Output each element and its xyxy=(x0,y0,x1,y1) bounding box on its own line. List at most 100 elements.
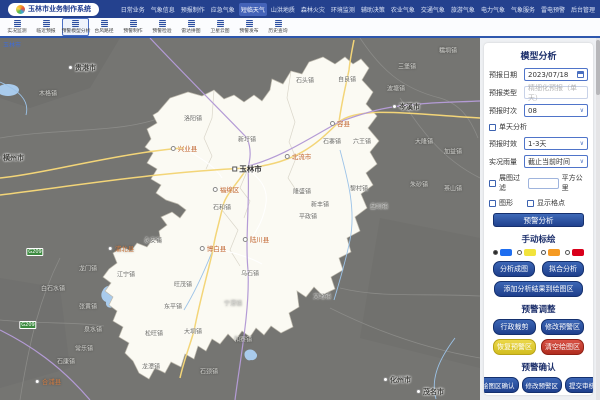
menu-item-预报制作[interactable]: 预报制作 xyxy=(179,3,207,16)
tab-预警模型分析[interactable]: 预警模型分析 xyxy=(62,18,89,36)
map-area[interactable]: 贵港市横州市岑溪市化州市茂名市玉林市兴业县容县北流市福绵区陆川县博白县浦北县合浦… xyxy=(0,38,480,400)
tab-label: 预警发布 xyxy=(240,29,259,34)
menu-item-交通气象[interactable]: 交通气象 xyxy=(419,3,447,16)
color-radio[interactable] xyxy=(517,250,522,255)
menu-item-电力气象[interactable]: 电力气象 xyxy=(479,3,507,16)
tab-实况监测[interactable]: 实况监测 xyxy=(4,18,31,36)
chevron-down-icon: ∨ xyxy=(580,108,584,114)
menu-item-气象信息[interactable]: 气象信息 xyxy=(149,3,177,16)
rain-label: 实况雨量 xyxy=(489,157,524,167)
warning-confirm-title: 预警确认 xyxy=(489,361,588,373)
menu-item-山洪地质[interactable]: 山洪地质 xyxy=(269,3,297,16)
color-radio-group xyxy=(489,249,588,256)
button-提交审核[interactable]: 提交审核 xyxy=(565,377,593,393)
menu-item-森林火灾[interactable]: 森林火灾 xyxy=(299,3,327,16)
rain-time-value: 截止当前时间 xyxy=(528,157,570,167)
area-unit-label: 平方公里 xyxy=(562,173,588,193)
tab-label: 台风路径 xyxy=(95,29,114,34)
forecast-type-value: 精细化预报（单天） xyxy=(528,83,584,103)
rain-time-select[interactable]: 截止当前时间 ∨ xyxy=(524,155,588,168)
document-icon xyxy=(14,20,21,27)
show-grid-checkbox[interactable] xyxy=(527,200,534,207)
color-radio[interactable] xyxy=(565,250,570,255)
button-行政裁剪[interactable]: 行政裁剪 xyxy=(493,319,536,335)
color-option[interactable] xyxy=(517,249,536,256)
single-day-checkbox[interactable] xyxy=(489,124,496,131)
button-绘图区确认[interactable]: 绘图区确认 xyxy=(484,377,519,393)
tab-label: 实况监测 xyxy=(8,29,27,34)
forecast-validity-value: 1-3天 xyxy=(528,139,546,149)
forecast-time-select[interactable]: 08 ∨ xyxy=(524,104,588,117)
warning-adjust-title: 预警调整 xyxy=(489,303,588,315)
forecast-date-input[interactable]: 2023/07/18 xyxy=(524,68,588,81)
menu-item-农业气象[interactable]: 农业气象 xyxy=(389,3,417,16)
tab-label: 预警模型分析 xyxy=(61,29,90,34)
tab-预警检验[interactable]: 预警检验 xyxy=(149,18,176,36)
menu-item-日常业务[interactable]: 日常业务 xyxy=(119,3,147,16)
color-radio[interactable] xyxy=(493,250,498,255)
menu-item-环境监测[interactable]: 环境监测 xyxy=(329,3,357,16)
tabs-row: 实况监测 临近预报预警模型分析台风路径 预警制作 预警检验雷达拼图卫星云图 预警发布 历史… xyxy=(0,18,600,38)
color-radio[interactable] xyxy=(541,250,546,255)
button-分析成图[interactable]: 分析成图 xyxy=(493,261,535,277)
color-option[interactable] xyxy=(565,249,584,256)
calendar-icon xyxy=(577,71,584,78)
document-icon xyxy=(72,20,79,27)
color-option[interactable] xyxy=(541,249,560,256)
confirm-buttons: 绘图区确认修改预警区提交审核 xyxy=(489,377,588,393)
app-title: 玉林市业务制作系统 xyxy=(28,4,91,14)
area-filter-label: 展图过滤 xyxy=(499,173,525,193)
top-menu: 日常业务气象信息预报制作应急气象短临天气山洪地质森林火灾环境监测辅助决策农业气象… xyxy=(119,0,597,18)
document-icon xyxy=(159,20,166,27)
map-canvas xyxy=(0,38,480,400)
time-label: 预报时次 xyxy=(489,106,524,116)
menu-item-雷电预警[interactable]: 雷电预警 xyxy=(539,3,567,16)
app-logo[interactable]: 玉林市业务制作系统 xyxy=(8,3,99,16)
scrollbar-thumb[interactable] xyxy=(596,40,600,95)
button-拟合分析[interactable]: 拟合分析 xyxy=(542,261,584,277)
tab-雷达拼图[interactable]: 雷达拼图 xyxy=(178,18,205,36)
tab-台风路径[interactable]: 台风路径 xyxy=(91,18,118,36)
tab-预警发布[interactable]: 预警发布 xyxy=(236,18,263,36)
graph-checkbox[interactable] xyxy=(489,200,496,207)
chevron-down-icon: ∨ xyxy=(580,141,584,147)
button-修改预警区[interactable]: 修改预警区 xyxy=(541,319,584,335)
document-icon xyxy=(130,20,137,27)
document-icon xyxy=(246,20,253,27)
type-label: 预报类型 xyxy=(489,88,524,98)
tab-临近预报[interactable]: 临近预报 xyxy=(33,18,60,36)
button-清空绘图区[interactable]: 清空绘图区 xyxy=(541,339,584,355)
menu-item-辅助决策[interactable]: 辅助决策 xyxy=(359,3,387,16)
button-恢复预警区[interactable]: 恢复预警区 xyxy=(493,339,536,355)
tab-预警制作[interactable]: 预警制作 xyxy=(120,18,147,36)
menu-item-气象服务[interactable]: 气象服务 xyxy=(509,3,537,16)
panel-scrollbar[interactable] xyxy=(596,38,600,400)
tab-卫星云图[interactable]: 卫星云图 xyxy=(207,18,234,36)
warning-analysis-button[interactable]: 预警分析 xyxy=(493,213,584,227)
chevron-down-icon: ∨ xyxy=(580,159,584,165)
manual-buttons: 分析成图拟合分析 xyxy=(489,261,588,277)
document-icon xyxy=(101,20,108,27)
logo-icon xyxy=(16,5,25,14)
top-bar: 玉林市业务制作系统 日常业务气象信息预报制作应急气象短临天气山洪地质森林火灾环境… xyxy=(0,0,600,18)
button-修改预警区[interactable]: 修改预警区 xyxy=(522,377,563,393)
forecast-date-value: 2023/07/18 xyxy=(528,71,568,79)
menu-item-应急气象[interactable]: 应急气象 xyxy=(209,3,237,16)
menu-item-后台管理[interactable]: 后台管理 xyxy=(569,3,597,16)
color-option[interactable] xyxy=(493,249,512,256)
menu-item-旅游气象[interactable]: 旅游气象 xyxy=(449,3,477,16)
area-filter-input[interactable] xyxy=(528,178,558,189)
main-area: 贵港市横州市岑溪市化州市茂名市玉林市兴业县容县北流市福绵区陆川县博白县浦北县合浦… xyxy=(0,38,600,400)
area-filter-checkbox[interactable] xyxy=(489,180,496,187)
add-analysis-result-button[interactable]: 添加分析结果到绘图区 xyxy=(494,281,583,297)
forecast-validity-select[interactable]: 1-3天 ∨ xyxy=(524,137,588,150)
tab-label: 卫星云图 xyxy=(211,29,230,34)
color-swatch xyxy=(572,249,584,256)
menu-item-短临天气[interactable]: 短临天气 xyxy=(239,3,267,16)
tab-历史查询[interactable]: 历史查询 xyxy=(265,18,292,36)
manual-plot-title: 手动标绘 xyxy=(489,233,588,245)
tab-label: 预警制作 xyxy=(124,29,143,34)
date-label: 预报日期 xyxy=(489,70,524,80)
document-icon xyxy=(275,20,282,27)
show-grid-label: 显示格点 xyxy=(537,198,565,208)
